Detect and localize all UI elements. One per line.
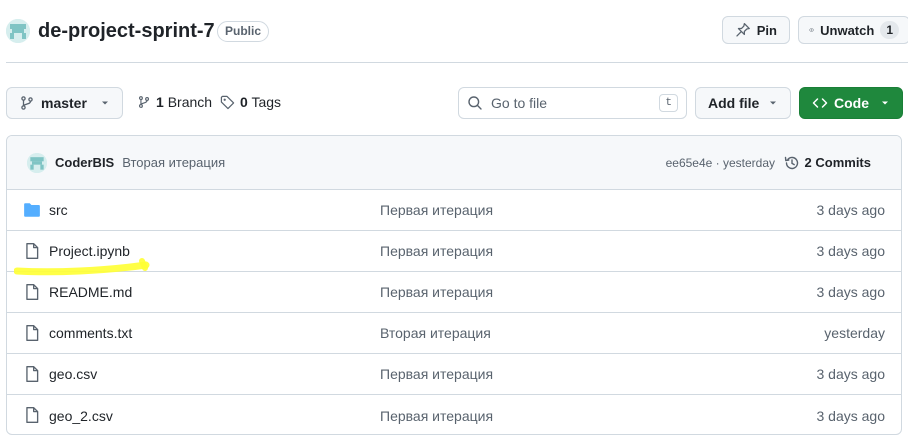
unwatch-label: Unwatch [820, 22, 875, 38]
folder-icon [24, 203, 40, 217]
file-row[interactable]: README.md Первая итерация 3 days ago [7, 272, 901, 313]
branch-select-button[interactable]: master [6, 87, 123, 119]
repo-name[interactable]: de-project-sprint-7 [38, 19, 215, 43]
commits-history-link[interactable]: 2 Commits [784, 155, 871, 171]
file-commit-date: 3 days ago [816, 366, 886, 382]
repo-avatar [6, 19, 30, 43]
pin-label: Pin [756, 22, 777, 38]
file-name[interactable]: geo_2.csv [49, 408, 113, 424]
file-list: src Первая итерация 3 days ago Project.ipyn… [7, 190, 901, 434]
identicon-icon [6, 19, 30, 43]
git-branch-icon [21, 96, 33, 110]
commit-message[interactable]: Вторая итерация [122, 155, 225, 170]
commit-author[interactable]: CoderBIS [55, 155, 114, 170]
search-shortcut-key: t [659, 94, 678, 112]
file-commit-date: 3 days ago [816, 202, 886, 218]
file-commit-message[interactable]: Первая итерация [380, 366, 493, 382]
code-button[interactable]: Code [799, 87, 903, 119]
history-icon [784, 156, 798, 169]
file-row[interactable]: comments.txt Вторая итерация yesterday [7, 313, 901, 354]
file-icon [26, 366, 39, 382]
file-icon [26, 284, 39, 300]
file-name[interactable]: comments.txt [49, 325, 132, 341]
file-name[interactable]: geo.csv [49, 366, 97, 382]
add-file-button[interactable]: Add file [695, 87, 791, 119]
go-to-file-input[interactable]: Go to file t [458, 87, 687, 119]
code-icon [812, 98, 828, 108]
file-row[interactable]: geo_2.csv Первая итерация 3 days ago [7, 395, 901, 434]
pin-icon [736, 22, 750, 37]
file-commit-message[interactable]: Вторая итерация [380, 325, 491, 341]
caret-down-icon [882, 101, 888, 105]
branches-link[interactable]: 1 Branch [137, 94, 212, 110]
file-commit-message[interactable]: Первая итерация [380, 408, 493, 424]
file-name[interactable]: src [49, 202, 68, 218]
author-avatar[interactable] [27, 152, 47, 173]
file-row[interactable]: geo.csv Первая итерация 3 days ago [7, 354, 901, 395]
git-branch-icon [138, 96, 150, 108]
pin-button[interactable]: Pin [722, 16, 790, 44]
branch-name: master [41, 95, 87, 111]
file-commit-date: 3 days ago [816, 407, 886, 424]
file-browser: CoderBIS Вторая итерация ee65e4e · yeste… [6, 135, 902, 435]
file-commit-message[interactable]: Первая итерация [380, 284, 493, 300]
tags-link[interactable]: 0 Tags [220, 94, 281, 110]
file-commit-date: 3 days ago [816, 284, 886, 300]
file-commit-message[interactable]: Первая итерация [380, 243, 493, 259]
eye-icon [809, 28, 815, 32]
search-placeholder: Go to file [491, 95, 548, 111]
commits-count: 2 [804, 155, 812, 170]
visibility-badge: Public [217, 21, 270, 42]
file-commit-message[interactable]: Первая итерация [380, 202, 493, 218]
code-label: Code [834, 95, 869, 111]
file-icon [26, 325, 39, 341]
file-row[interactable]: src Первая итерация 3 days ago [7, 190, 901, 231]
add-file-label: Add file [708, 95, 760, 111]
file-name[interactable]: README.md [49, 284, 132, 300]
watch-count: 1 [880, 21, 899, 39]
commits-label: Commits [815, 155, 871, 170]
caret-down-icon [770, 101, 776, 105]
file-icon [26, 407, 39, 423]
branches-label: Branch [167, 94, 213, 110]
commit-hash-time[interactable]: ee65e4e · yesterday [666, 156, 775, 170]
latest-commit-bar: CoderBIS Вторая итерация ee65e4e · yeste… [7, 136, 901, 190]
identicon-icon [27, 152, 47, 173]
file-commit-date: 3 days ago [816, 243, 886, 259]
caret-down-icon [102, 101, 108, 105]
tags-count: 0 [240, 94, 248, 110]
tag-icon [220, 95, 235, 109]
branches-count: 1 [156, 94, 164, 110]
header-divider [6, 62, 908, 63]
unwatch-button[interactable]: Unwatch 1 [798, 16, 908, 44]
search-icon [468, 96, 482, 110]
highlight-marker [14, 258, 150, 276]
file-commit-date: yesterday [824, 325, 885, 341]
tags-label: Tags [251, 94, 282, 110]
